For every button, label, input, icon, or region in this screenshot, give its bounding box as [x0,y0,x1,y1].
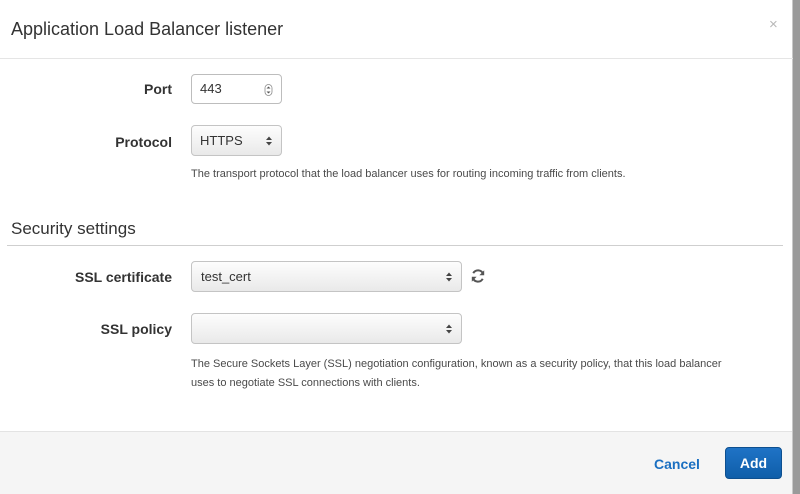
ssl-certificate-value: test_cert [201,269,251,284]
dialog-header: Application Load Balancer listener × [0,0,793,59]
dialog-title: Application Load Balancer listener [11,19,284,39]
ssl-policy-select[interactable] [191,313,462,344]
ssl-certificate-label: SSL certificate [74,269,172,285]
updown-arrows-icon [266,136,272,146]
protocol-label: Protocol [115,134,172,150]
cancel-button[interactable]: Cancel [654,456,700,472]
updown-arrows-icon[interactable] [264,84,273,96]
background-overlay [793,0,800,494]
ssl-policy-label: SSL policy [100,321,172,337]
protocol-help-text: The transport protocol that the load bal… [191,168,626,180]
add-button[interactable]: Add [725,447,782,479]
protocol-select[interactable]: HTTPS [191,125,282,156]
section-divider [7,245,783,246]
updown-arrows-icon [446,272,452,282]
dialog-footer: Cancel Add [0,431,792,494]
security-settings-heading: Security settings [11,219,136,238]
listener-dialog: Application Load Balancer listener × Por… [0,0,793,494]
ssl-policy-help-line-2: uses to negotiate SSL connections with c… [191,377,420,389]
port-value: 443 [200,81,222,96]
updown-arrows-icon [446,324,452,334]
refresh-icon[interactable] [470,268,486,284]
port-input[interactable]: 443 [191,74,282,104]
port-label: Port [144,81,172,97]
close-icon[interactable]: × [769,17,778,32]
protocol-value: HTTPS [200,133,243,148]
ssl-certificate-select[interactable]: test_cert [191,261,462,292]
ssl-policy-help-line-1: The Secure Sockets Layer (SSL) negotiati… [191,358,722,370]
